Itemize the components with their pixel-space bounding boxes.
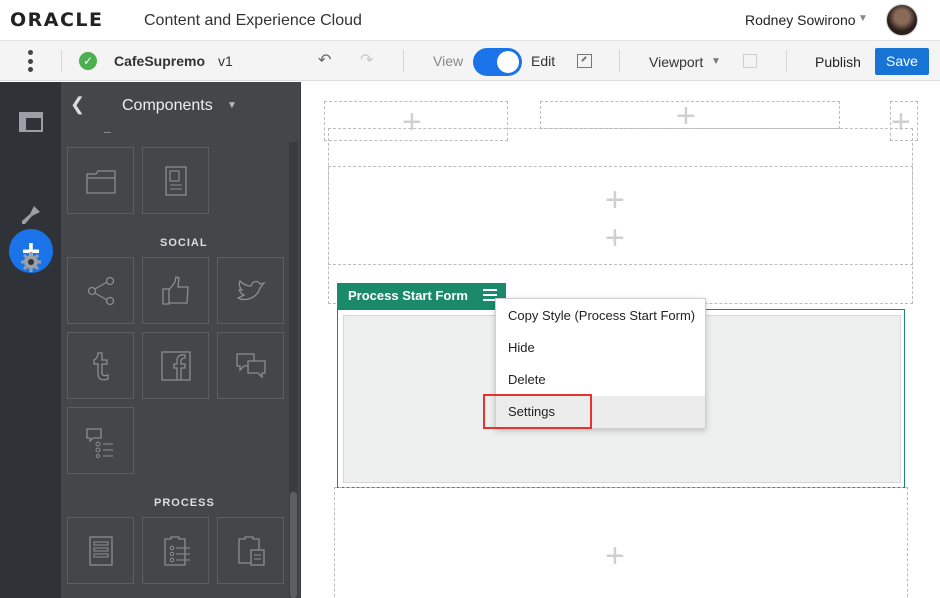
avatar[interactable] [886,4,918,36]
editor-toolbar: ✓ CafeSupremo v1 ↶ ↷ View Edit Viewport … [0,41,940,81]
viewport-caret-icon[interactable]: ▼ [711,56,721,67]
add-plus-icon[interactable]: + [605,539,625,573]
toggle-knob [497,51,519,73]
component-label[interactable]: Process Start Form [337,283,506,309]
conversation-icon [235,352,266,379]
task-details-component-tile[interactable] [217,517,284,584]
add-plus-icon[interactable]: + [605,221,625,255]
toolbar-divider [61,50,62,72]
pages-icon[interactable] [0,112,61,132]
preview-popout-icon[interactable] [577,54,592,68]
menu-item-hide[interactable]: Hide [496,332,705,364]
divider [104,132,111,133]
top-header: ORACLE Content and Experience Cloud Rodn… [0,0,940,41]
undo-icon[interactable]: ↶ [318,50,331,70]
twitter-icon [236,279,266,300]
document-component-tile[interactable] [142,147,209,214]
form-component-tile[interactable] [67,517,134,584]
save-button[interactable]: Save [875,48,929,75]
menu-item-copy-style[interactable]: Copy Style (Process Start Form) [496,300,705,332]
folder-icon [85,169,116,194]
panel-scrollbar-thumb[interactable] [290,492,297,598]
status-check-icon: ✓ [79,52,97,70]
redo-icon: ↷ [360,52,374,69]
tumblr-icon [92,351,109,380]
document-icon [164,165,187,196]
settings-highlight-annotation [483,394,592,429]
settings-gear-icon[interactable] [0,251,61,273]
site-version: v1 [218,53,233,69]
more-options-icon[interactable] [23,50,37,72]
publish-button[interactable]: Publish [815,54,861,70]
task-list-component-tile[interactable] [142,517,209,584]
back-chevron-icon[interactable]: ❮ [70,94,85,115]
oracle-logo: ORACLE [10,9,104,31]
left-icon-rail: + [0,82,61,598]
app-title: Content and Experience Cloud [144,12,362,29]
survey-component-tile[interactable] [67,407,134,474]
app-window: ORACLE Content and Experience Cloud Rodn… [0,0,940,598]
survey-icon [85,427,113,458]
form-icon [88,535,113,566]
user-menu-caret-icon[interactable]: ▼ [858,13,868,24]
section-label-social: SOCIAL [160,237,208,249]
like-component-tile[interactable] [142,257,209,324]
conversation-component-tile[interactable] [217,332,284,399]
panel-title: Components [122,97,213,114]
user-menu[interactable]: Rodney Sowirono [745,12,856,28]
facebook-icon [160,350,191,381]
layers-icon [743,54,757,68]
panel-title-caret-icon[interactable]: ▼ [227,100,237,111]
facebook-component-tile[interactable] [142,332,209,399]
site-name: CafeSupremo [114,53,206,69]
like-icon [161,275,189,305]
viewport-dropdown[interactable]: Viewport [649,54,703,70]
share-icon [87,276,114,305]
toolbar-divider [403,50,404,72]
view-edit-toggle[interactable] [473,48,522,76]
theme-brush-icon[interactable] [0,204,61,226]
twitter-component-tile[interactable] [217,257,284,324]
toolbar-divider [786,50,787,72]
section-label-process: PROCESS [154,497,215,509]
add-plus-icon[interactable]: + [605,183,625,217]
folder-component-tile[interactable] [67,147,134,214]
menu-item-delete[interactable]: Delete [496,364,705,396]
toolbar-divider [619,50,620,72]
share-component-tile[interactable] [67,257,134,324]
edit-mode-label[interactable]: Edit [531,53,555,69]
components-panel: ❮ Components ▼ SOCIAL PROCESS [61,82,301,598]
task-list-icon [163,535,190,566]
view-mode-label[interactable]: View [433,53,463,69]
task-details-icon [237,535,265,566]
tumblr-component-tile[interactable] [67,332,134,399]
